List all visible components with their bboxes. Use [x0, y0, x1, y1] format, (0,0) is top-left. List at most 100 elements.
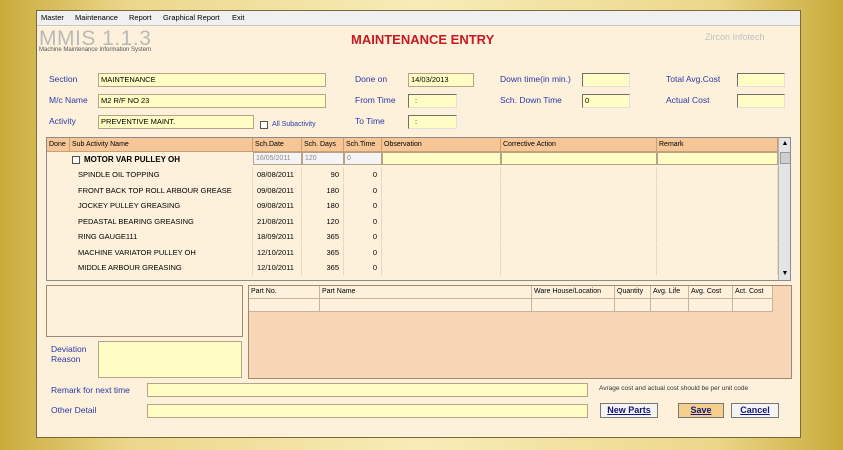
machine-name-field[interactable]: M2 R/F NO 23 — [98, 94, 326, 108]
total-avg-cost-field[interactable] — [737, 73, 785, 87]
activity-field[interactable]: PREVENTIVE MAINT. — [98, 115, 254, 129]
subactivity-grid[interactable]: Done Sub Activity Name Sch.Date Sch. Day… — [46, 137, 791, 281]
row-sch-time: 0 — [344, 198, 382, 213]
scroll-down-icon[interactable]: ▼ — [780, 269, 790, 279]
edit-row-sch-time[interactable]: 0 — [344, 152, 382, 165]
page-title: MAINTENANCE ENTRY — [351, 32, 495, 47]
scroll-up-icon[interactable]: ▲ — [780, 139, 790, 149]
actual-cost-field[interactable] — [737, 94, 785, 108]
row-sch-days: 180 — [302, 198, 344, 213]
row-sch-time: 0 — [344, 167, 382, 182]
row-empty-cell — [382, 260, 501, 275]
row-empty-cell — [657, 244, 778, 260]
row-sub-activity: SPINDLE OIL TOPPING — [74, 167, 253, 182]
observation-input[interactable] — [382, 152, 501, 165]
section-label: Section — [49, 74, 78, 84]
parts-header-quantity: Quantity — [615, 286, 651, 299]
menu-exit[interactable]: Exit — [232, 13, 245, 22]
row-empty-cell — [382, 182, 501, 198]
row-sch-time: 0 — [344, 213, 382, 229]
row-sub-activity: MACHINE VARIATOR PULLEY OH — [74, 244, 253, 260]
menu-maintenance[interactable]: Maintenance — [75, 13, 118, 22]
section-field[interactable]: MAINTENANCE — [98, 73, 326, 87]
machine-name-label: M/c Name — [49, 95, 88, 105]
scroll-thumb[interactable] — [780, 152, 790, 164]
row-empty-cell — [501, 244, 657, 260]
sch-downtime-label: Sch. Down Time — [500, 95, 562, 105]
table-row[interactable]: RING GAUGE111 18/09/2011 365 0 — [47, 229, 778, 244]
row-empty-cell — [501, 182, 657, 198]
sch-downtime-field[interactable]: 0 — [582, 94, 630, 108]
col-header-sch-date: Sch.Date — [253, 138, 302, 152]
row-empty-cell — [382, 198, 501, 213]
menu-bar: Master Maintenance Report Graphical Repo… — [37, 11, 800, 26]
remark-input[interactable] — [657, 152, 778, 165]
row-sch-date: 08/08/2011 — [253, 167, 302, 182]
row-sch-days: 180 — [302, 182, 344, 198]
row-empty-cell — [501, 167, 657, 182]
col-header-sch-time: Sch.Time — [344, 138, 382, 152]
from-time-field[interactable]: : — [408, 94, 457, 108]
actual-cost-label: Actual Cost — [666, 95, 710, 105]
app-subtitle: Machine Maintenance Information System — [39, 47, 152, 53]
all-subactivity-checkbox[interactable] — [260, 121, 268, 129]
new-parts-button[interactable]: New Parts — [600, 403, 658, 418]
remark-next-time-label: Remark for next time — [51, 385, 130, 395]
row-sch-date: 12/10/2011 — [253, 260, 302, 275]
row-empty-cell — [657, 229, 778, 244]
parts-cell[interactable] — [689, 299, 733, 312]
main-window: Master Maintenance Report Graphical Repo… — [36, 10, 801, 438]
row-empty-cell — [382, 244, 501, 260]
table-row[interactable]: JOCKEY PULLEY GREASING 09/08/2011 180 0 — [47, 198, 778, 213]
menu-report[interactable]: Report — [129, 13, 152, 22]
edit-row-name: MOTOR VAR PULLEY OH — [84, 155, 181, 164]
row-sch-days: 120 — [302, 213, 344, 229]
to-time-field[interactable]: : — [408, 115, 457, 129]
row-empty-cell — [501, 198, 657, 213]
col-header-sub-activity: Sub Activity Name — [70, 138, 253, 152]
table-row[interactable]: SPINDLE OIL TOPPING 08/08/2011 90 0 — [47, 167, 778, 182]
row-sch-time: 0 — [344, 260, 382, 275]
parts-cell[interactable] — [733, 299, 773, 312]
row-sch-days: 365 — [302, 229, 344, 244]
row-empty-cell — [657, 182, 778, 198]
col-header-done: Done — [47, 138, 70, 152]
row-empty-cell — [657, 213, 778, 229]
done-on-field[interactable]: 14/03/2013 — [408, 73, 474, 87]
row-empty-cell — [382, 213, 501, 229]
table-row[interactable]: MIDDLE ARBOUR GREASING 12/10/2011 365 0 — [47, 260, 778, 275]
parts-cell[interactable] — [651, 299, 689, 312]
row-done-checkbox[interactable] — [72, 156, 80, 164]
row-empty-cell — [501, 260, 657, 275]
menu-graphical-report[interactable]: Graphical Report — [163, 13, 220, 22]
remark-next-time-field[interactable] — [147, 383, 588, 397]
parts-cell[interactable] — [249, 299, 320, 312]
table-row[interactable]: MACHINE VARIATOR PULLEY OH 12/10/2011 365 0 — [47, 244, 778, 260]
parts-cell[interactable] — [532, 299, 615, 312]
edit-row-sch-date[interactable]: 16/05/2011 — [253, 152, 302, 165]
parts-header-act-cost: Act. Cost — [733, 286, 773, 299]
row-empty-cell — [382, 167, 501, 182]
save-button[interactable]: Save — [678, 403, 724, 418]
deviation-reason-field[interactable] — [98, 341, 242, 378]
table-row[interactable]: FRONT BACK TOP ROLL ARBOUR GREASE 09/08/2… — [47, 182, 778, 198]
downtime-field[interactable] — [582, 73, 630, 87]
other-detail-field[interactable] — [147, 404, 588, 418]
row-sch-date: 09/08/2011 — [253, 182, 302, 198]
row-sub-activity: FRONT BACK TOP ROLL ARBOUR GREASE — [74, 182, 253, 198]
parts-cell[interactable] — [615, 299, 651, 312]
row-empty-cell — [501, 213, 657, 229]
row-sch-date: 21/08/2011 — [253, 213, 302, 229]
edit-row-sch-days[interactable]: 120 — [302, 152, 344, 165]
row-sch-date: 09/08/2011 — [253, 198, 302, 213]
table-row[interactable]: PEDASTAL BEARING GREASING 21/08/2011 120 0 — [47, 213, 778, 229]
row-sch-time: 0 — [344, 182, 382, 198]
from-time-label: From Time — [355, 95, 396, 105]
cancel-button[interactable]: Cancel — [731, 403, 779, 418]
corrective-action-input[interactable] — [501, 152, 657, 165]
menu-master[interactable]: Master — [41, 13, 64, 22]
grid-scrollbar[interactable]: ▲ ▼ — [778, 138, 790, 280]
row-sch-time: 0 — [344, 244, 382, 260]
parts-cell[interactable] — [320, 299, 532, 312]
parts-grid[interactable]: Part No. Part Name Ware House/Location Q… — [248, 285, 792, 379]
